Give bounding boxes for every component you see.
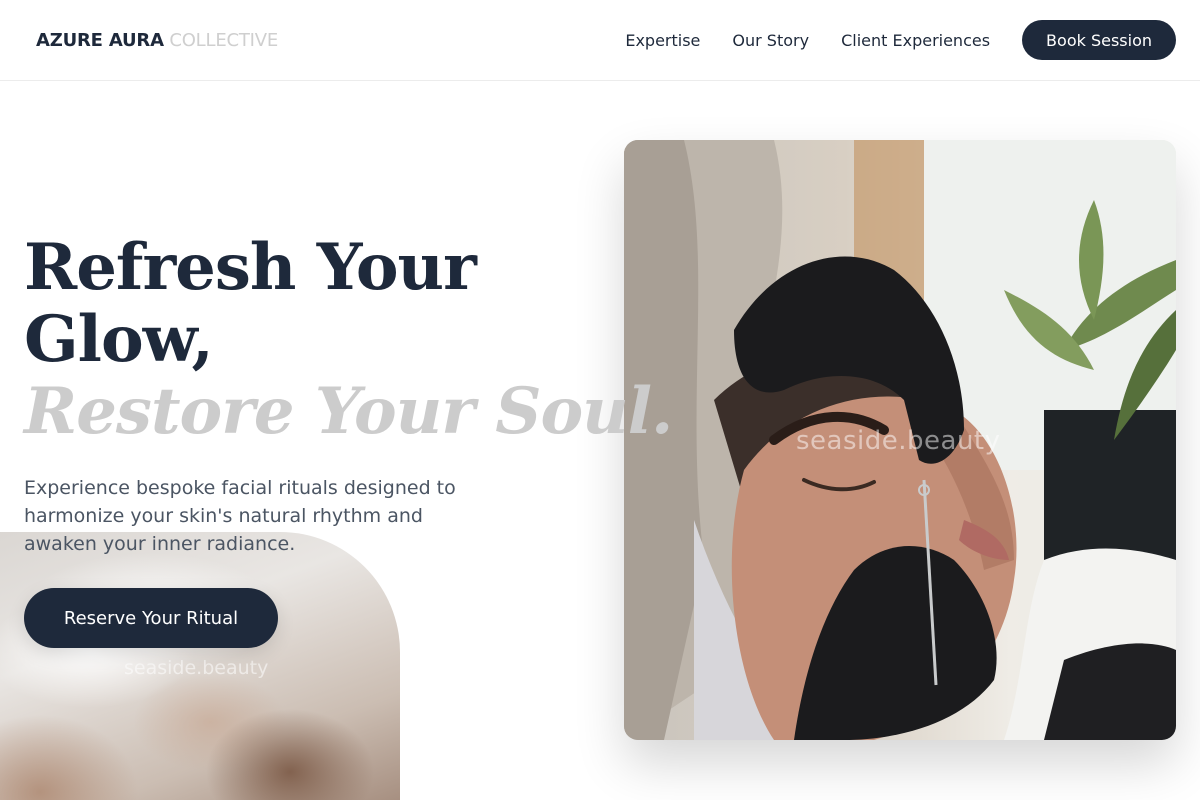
- photo-watermark-main: seaside.beauty: [796, 426, 1001, 456]
- logo-secondary-text: COLLECTIVE: [169, 29, 279, 51]
- reserve-ritual-button[interactable]: Reserve Your Ritual: [24, 588, 278, 648]
- headline-line-2: Glow,: [24, 302, 214, 377]
- nav-link-client-experiences[interactable]: Client Experiences: [841, 31, 990, 50]
- landing-page: AZURE AURA COLLECTIVE Expertise Our Stor…: [0, 0, 1200, 800]
- hero-description: Experience bespoke facial rituals design…: [24, 477, 456, 555]
- nav-link-expertise[interactable]: Expertise: [625, 31, 700, 50]
- top-navigation: AZURE AURA COLLECTIVE Expertise Our Stor…: [0, 0, 1200, 81]
- facial-treatment-photo: seaside.beauty: [624, 140, 1176, 740]
- book-session-button[interactable]: Book Session: [1022, 20, 1176, 60]
- main-menu: Expertise Our Story Client Experiences B…: [625, 20, 1176, 60]
- logo-primary-text: AZURE AURA: [36, 29, 164, 51]
- steam-treatment-photo: seaside.beauty: [0, 532, 400, 800]
- brand-logo[interactable]: AZURE AURA COLLECTIVE: [36, 30, 278, 51]
- hero-section: Refresh Your Glow, Restore Your Soul. Ex…: [24, 230, 673, 558]
- hero-headline: Refresh Your Glow, Restore Your Soul.: [24, 230, 673, 449]
- headline-accent: Restore Your Soul.: [24, 374, 673, 449]
- photo-watermark-secondary: seaside.beauty: [124, 657, 269, 679]
- headline-line-1: Refresh Your: [24, 230, 477, 305]
- nav-link-our-story[interactable]: Our Story: [732, 31, 809, 50]
